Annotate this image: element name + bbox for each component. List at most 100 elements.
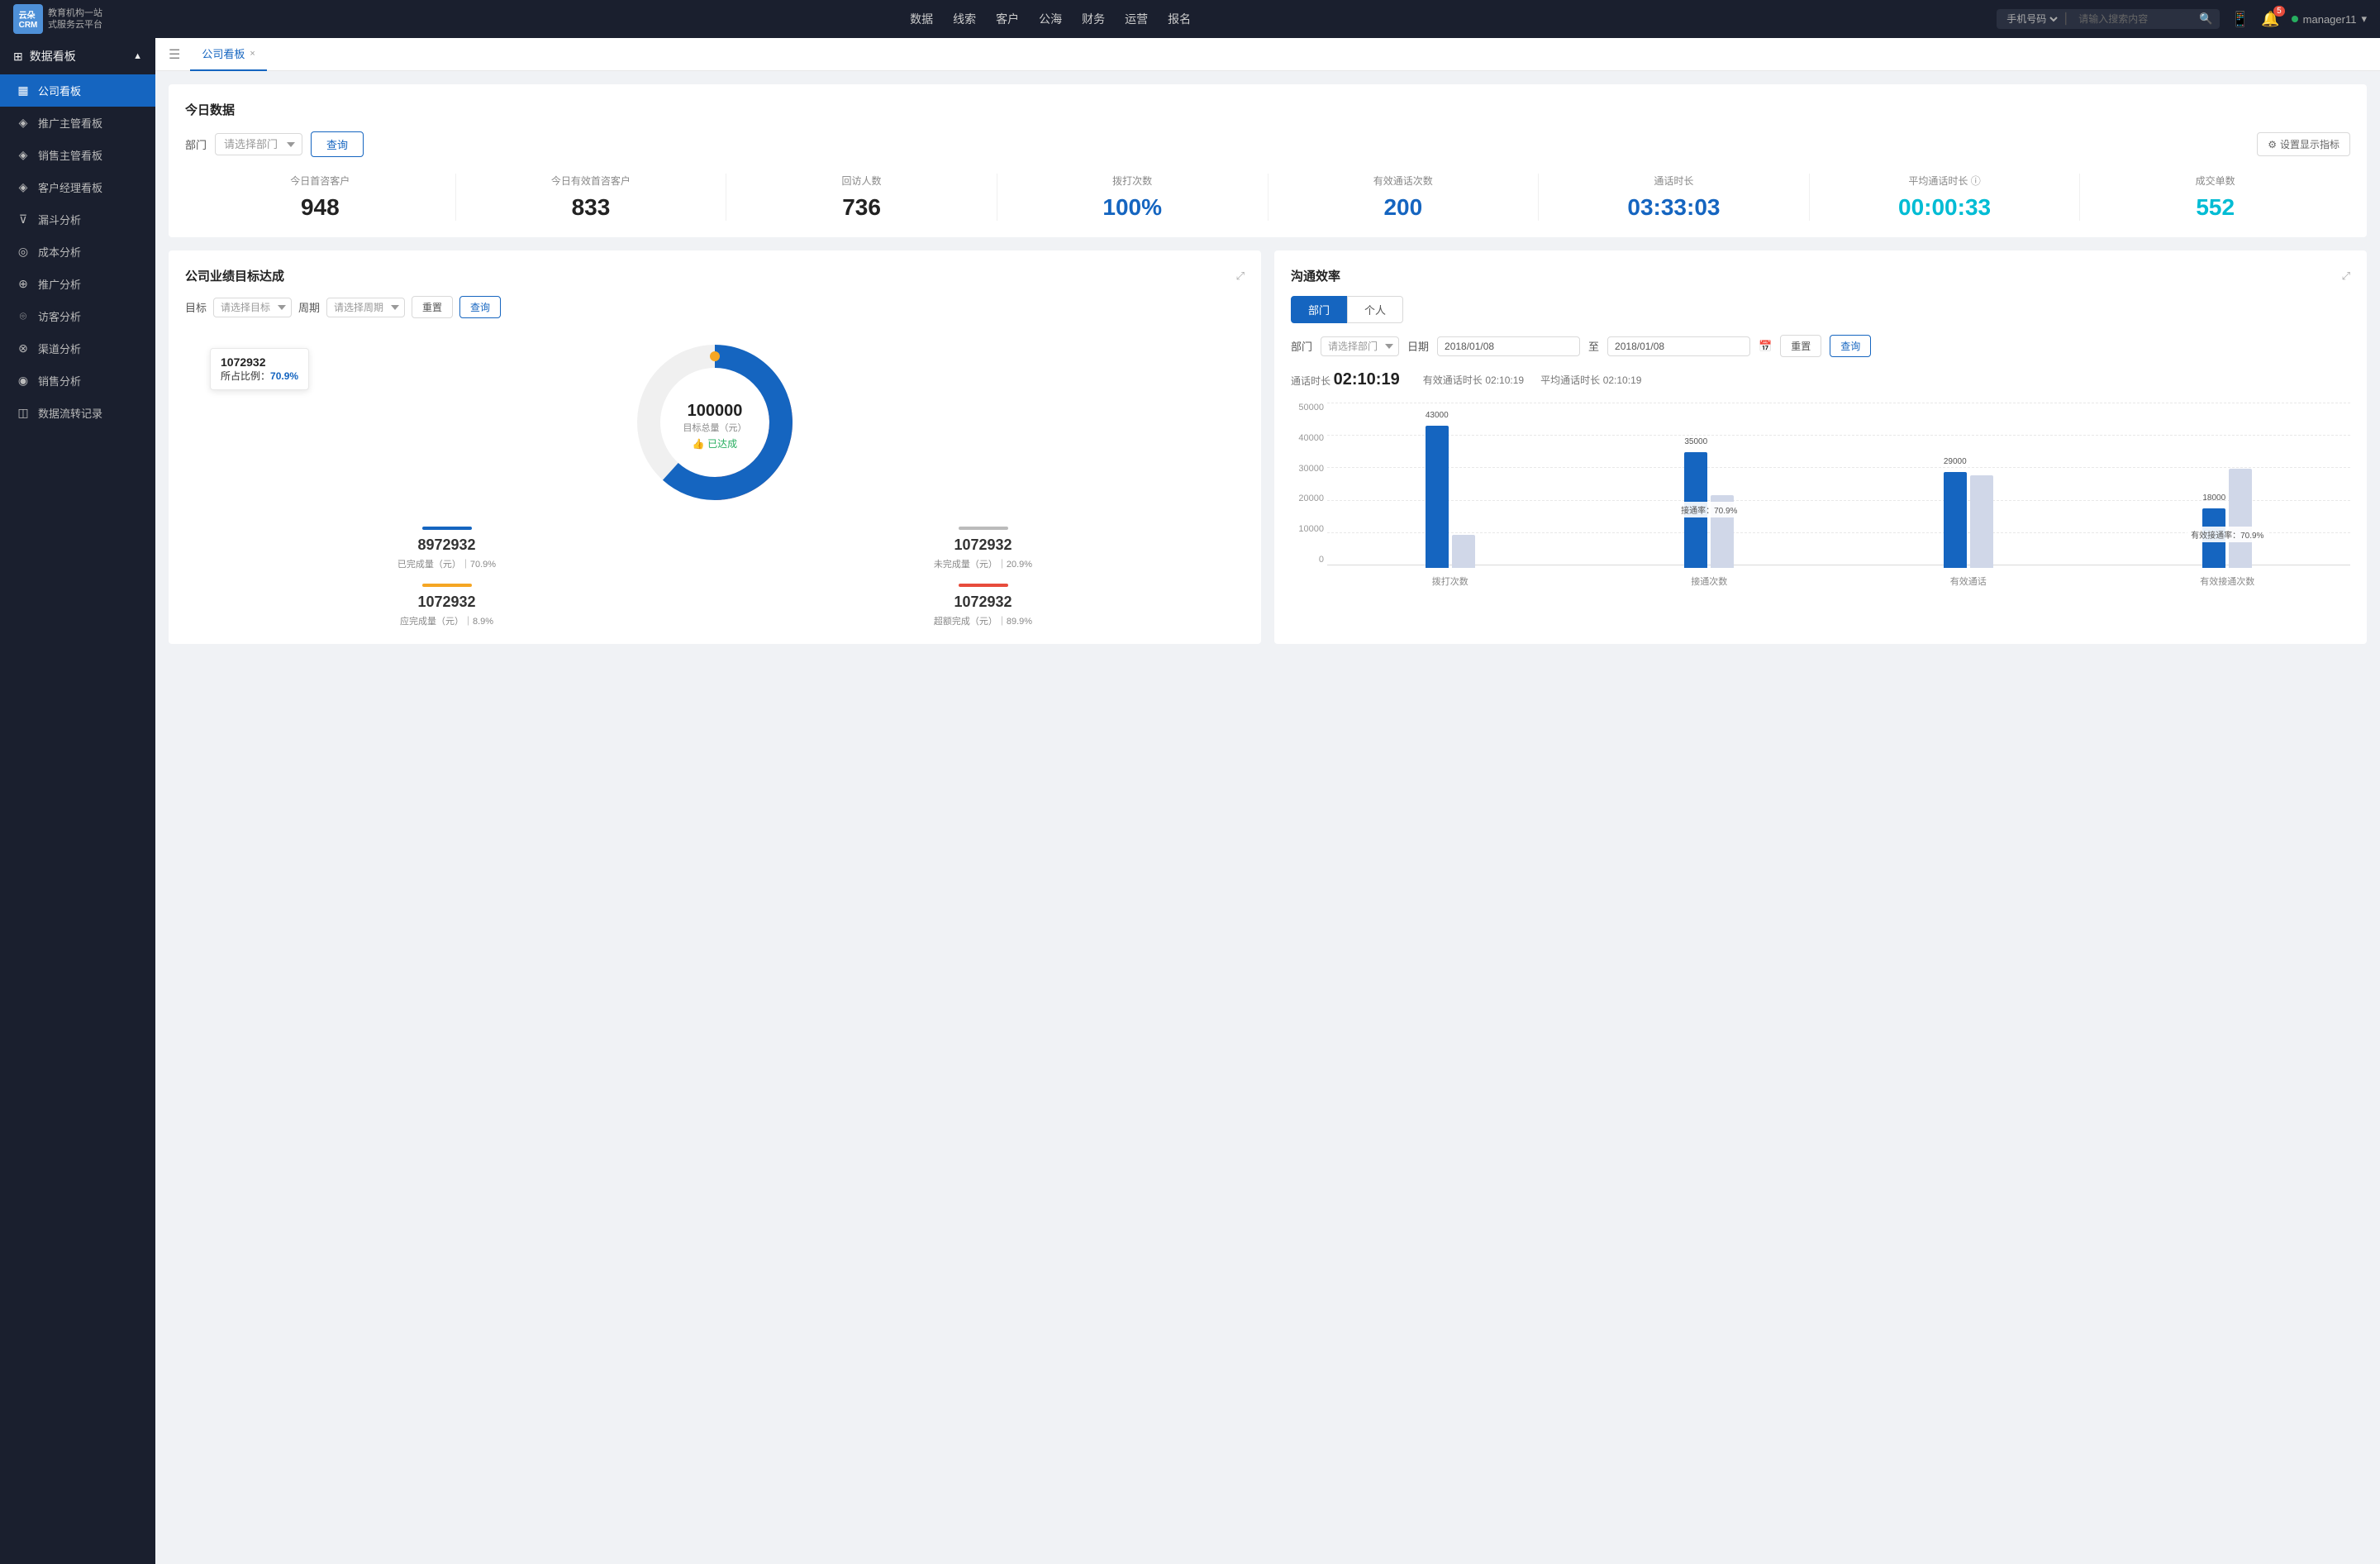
target-panel-title: 公司业绩目标达成 bbox=[185, 267, 284, 284]
target-query-button[interactable]: 查询 bbox=[459, 296, 501, 318]
eff-tab-dept[interactable]: 部门 bbox=[1291, 296, 1347, 323]
mobile-icon[interactable]: 📱 bbox=[2231, 11, 2249, 28]
stat-value-5: 03:33:03 bbox=[1539, 194, 1809, 221]
nav-customer[interactable]: 客户 bbox=[996, 11, 1019, 27]
y-label-0: 0 bbox=[1291, 555, 1324, 565]
stat-value-2: 736 bbox=[726, 194, 997, 221]
stat-box-bar-over bbox=[959, 584, 1008, 587]
sidebar: ⊞ 数据看板 ▲ ▦ 公司看板 ◈ 推广主管看板 ◈ 销售主管看板 ◈ 客户经理… bbox=[0, 38, 155, 1564]
stat-item-4: 有效通话次数 200 bbox=[1269, 174, 1540, 221]
eff-tab-person[interactable]: 个人 bbox=[1347, 296, 1403, 323]
nav-sea[interactable]: 公海 bbox=[1039, 11, 1062, 27]
stat-value-7: 552 bbox=[2080, 194, 2350, 221]
stat-label-5: 通话时长 bbox=[1539, 174, 1809, 188]
nav-data[interactable]: 数据 bbox=[910, 11, 933, 27]
svg-text:目标总量（元）: 目标总量（元） bbox=[683, 422, 747, 433]
sidebar-section-title: 数据看板 bbox=[30, 48, 76, 64]
sidebar-icon-sales-mgr: ◈ bbox=[17, 148, 30, 162]
sidebar-label-data-flow: 数据流转记录 bbox=[38, 405, 102, 421]
today-query-button[interactable]: 查询 bbox=[311, 131, 364, 157]
logo: 云朵CRM 教育机构一站式服务云平台 bbox=[13, 4, 104, 34]
bar-label-18000: 18000 bbox=[2202, 494, 2225, 503]
dept-select[interactable]: 请选择部门 bbox=[215, 133, 302, 155]
sidebar-collapse-icon: ▲ bbox=[133, 51, 142, 61]
stat-label-2: 回访人数 bbox=[726, 174, 997, 188]
sidebar-label-visitor: 访客分析 bbox=[38, 308, 81, 324]
eff-talk-time: 通话时长 02:10:19 bbox=[1291, 370, 1407, 389]
nav-register[interactable]: 报名 bbox=[1168, 11, 1191, 27]
nav-finance[interactable]: 财务 bbox=[1082, 11, 1105, 27]
x-label-connect: 接通次数 bbox=[1587, 575, 1833, 588]
top-nav-links: 数据 线索 客户 公海 财务 运营 报名 bbox=[104, 11, 1997, 27]
eff-eff-talk: 有效通话时长 02:10:19 bbox=[1423, 373, 1524, 387]
target-panel-header: 公司业绩目标达成 ⤢ bbox=[185, 267, 1245, 284]
eff-panel-header: 沟通效率 ⤢ bbox=[1291, 267, 2350, 284]
search-input[interactable] bbox=[2078, 13, 2194, 25]
sidebar-item-account-mgr[interactable]: ◈ 客户经理看板 bbox=[0, 171, 155, 203]
bar-dial-blue: 43000 bbox=[1426, 426, 1449, 568]
bars-container: 43000 35000 bbox=[1327, 403, 2350, 588]
stat-box-should: 1072932 应完成量（元）｜8.9% bbox=[185, 584, 708, 627]
username: manager11 bbox=[2303, 13, 2357, 26]
sidebar-toggle-button[interactable]: ☰ bbox=[169, 46, 180, 63]
nav-ops[interactable]: 运营 bbox=[1125, 11, 1148, 27]
eff-dept-select[interactable]: 请选择部门 bbox=[1321, 336, 1399, 356]
eff-date-to[interactable] bbox=[1607, 336, 1750, 356]
online-dot bbox=[2292, 16, 2298, 22]
search-button[interactable]: 🔍 bbox=[2199, 12, 2213, 26]
bar-label-29000: 29000 bbox=[1944, 457, 1967, 466]
settings-icon: ⚙ bbox=[2268, 139, 2277, 150]
sidebar-icon-promo-mgr: ◈ bbox=[17, 116, 30, 130]
sidebar-item-visitor[interactable]: ⌾ 访客分析 bbox=[0, 300, 155, 332]
stat-item-5: 通话时长 03:33:03 bbox=[1539, 174, 1810, 221]
period-select[interactable]: 请选择周期 bbox=[326, 298, 405, 317]
sidebar-item-funnel[interactable]: ⊽ 漏斗分析 bbox=[0, 203, 155, 236]
stats-row: 今日首咨客户 948 今日有效首咨客户 833 回访人数 736 拨打次数 10… bbox=[185, 174, 2350, 221]
eff-reset-button[interactable]: 重置 bbox=[1780, 335, 1821, 357]
target-expand-icon[interactable]: ⤢ bbox=[1236, 269, 1245, 283]
target-select[interactable]: 请选择目标 bbox=[213, 298, 292, 317]
calendar-icon[interactable]: 📅 bbox=[1759, 340, 1772, 353]
logo-text: 教育机构一站式服务云平台 bbox=[48, 7, 102, 31]
search-type-select[interactable]: 手机号码 bbox=[2003, 12, 2060, 26]
sidebar-section-header[interactable]: ⊞ 数据看板 ▲ bbox=[0, 38, 155, 74]
y-label-20000: 20000 bbox=[1291, 494, 1324, 503]
stat-box-completed: 8972932 已完成量（元）｜70.9% bbox=[185, 527, 708, 570]
sidebar-icon-account-mgr: ◈ bbox=[17, 180, 30, 194]
notification-icon[interactable]: 🔔 5 bbox=[2261, 11, 2279, 28]
sidebar-item-channel[interactable]: ⊗ 渠道分析 bbox=[0, 332, 155, 365]
eff-query-button[interactable]: 查询 bbox=[1830, 335, 1871, 357]
target-reset-button[interactable]: 重置 bbox=[412, 296, 453, 318]
eff-date-from[interactable] bbox=[1437, 336, 1580, 356]
sidebar-label-sales-mgr: 销售主管看板 bbox=[38, 147, 102, 163]
sidebar-item-promo[interactable]: ⊕ 推广分析 bbox=[0, 268, 155, 300]
sidebar-label-promo-mgr: 推广主管看板 bbox=[38, 115, 102, 131]
tooltip-pct: 所占比例：70.9% bbox=[221, 369, 298, 383]
sidebar-item-sales-mgr[interactable]: ◈ 销售主管看板 bbox=[0, 139, 155, 171]
sidebar-item-company-board[interactable]: ▦ 公司看板 bbox=[0, 74, 155, 107]
sidebar-item-sales[interactable]: ◉ 销售分析 bbox=[0, 365, 155, 397]
settings-button[interactable]: ⚙ 设置显示指标 bbox=[2257, 132, 2350, 156]
search-box: 手机号码 ▏ 🔍 bbox=[1997, 9, 2220, 29]
user-info[interactable]: manager11 ▾ bbox=[2292, 12, 2367, 26]
annotation-connect-rate: 接通率：70.9% bbox=[1678, 502, 1740, 517]
stat-item-2: 回访人数 736 bbox=[726, 174, 997, 221]
tab-close-button[interactable]: × bbox=[250, 49, 255, 59]
main-layout: ⊞ 数据看板 ▲ ▦ 公司看板 ◈ 推广主管看板 ◈ 销售主管看板 ◈ 客户经理… bbox=[0, 38, 2380, 1564]
sidebar-item-data-flow[interactable]: ◫ 数据流转记录 bbox=[0, 397, 155, 429]
tab-company-board[interactable]: 公司看板 × bbox=[190, 38, 266, 71]
eff-tabs: 部门 个人 bbox=[1291, 296, 2350, 323]
stat-box-val-should: 1072932 bbox=[185, 594, 708, 611]
eff-expand-icon[interactable]: ⤢ bbox=[2342, 269, 2350, 283]
sidebar-icon-sales: ◉ bbox=[17, 374, 30, 388]
stat-item-6: 平均通话时长 ⓘ 00:00:33 bbox=[1810, 174, 2081, 221]
stat-item-7: 成交单数 552 bbox=[2080, 174, 2350, 221]
sidebar-item-cost[interactable]: ◎ 成本分析 bbox=[0, 236, 155, 268]
stat-value-1: 833 bbox=[456, 194, 726, 221]
sidebar-label-account-mgr: 客户经理看板 bbox=[38, 179, 102, 195]
dept-filter-label: 部门 bbox=[185, 136, 207, 152]
y-label-40000: 40000 bbox=[1291, 433, 1324, 443]
sidebar-item-promo-mgr[interactable]: ◈ 推广主管看板 bbox=[0, 107, 155, 139]
nav-clue[interactable]: 线索 bbox=[953, 11, 976, 27]
bar-label-35000: 35000 bbox=[1684, 437, 1707, 446]
